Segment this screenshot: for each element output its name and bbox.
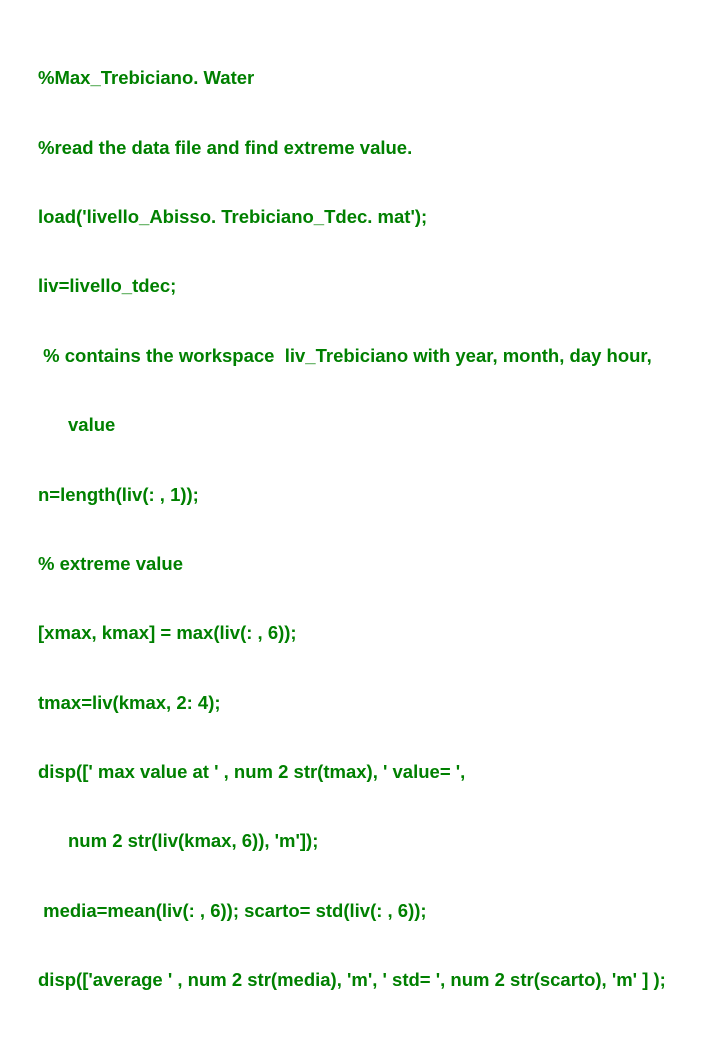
code-line: %read the data file and find extreme val… bbox=[38, 136, 690, 159]
code-line: % contains the workspace liv_Trebiciano … bbox=[38, 344, 690, 367]
code-block: %Max_Trebiciano. Water %read the data fi… bbox=[38, 20, 690, 1038]
code-line: media=mean(liv(: , 6)); scarto= std(liv(… bbox=[38, 899, 690, 922]
code-line: load('livello_Abisso. Trebiciano_Tdec. m… bbox=[38, 205, 690, 228]
code-line: tmax=liv(kmax, 2: 4); bbox=[38, 691, 690, 714]
code-line: disp([' max value at ' , num 2 str(tmax)… bbox=[38, 760, 690, 783]
code-line: %Max_Trebiciano. Water bbox=[38, 66, 690, 89]
code-line: disp(['average ' , num 2 str(media), 'm'… bbox=[38, 968, 690, 991]
code-line: % extreme value bbox=[38, 552, 690, 575]
code-line: [xmax, kmax] = max(liv(: , 6)); bbox=[38, 621, 690, 644]
code-line: n=length(liv(: , 1)); bbox=[38, 483, 690, 506]
slide: %Max_Trebiciano. Water %read the data fi… bbox=[0, 0, 720, 540]
code-line-continuation: value bbox=[38, 413, 690, 436]
code-line-continuation: num 2 str(liv(kmax, 6)), 'm']); bbox=[38, 829, 690, 852]
code-line: liv=livello_tdec; bbox=[38, 274, 690, 297]
